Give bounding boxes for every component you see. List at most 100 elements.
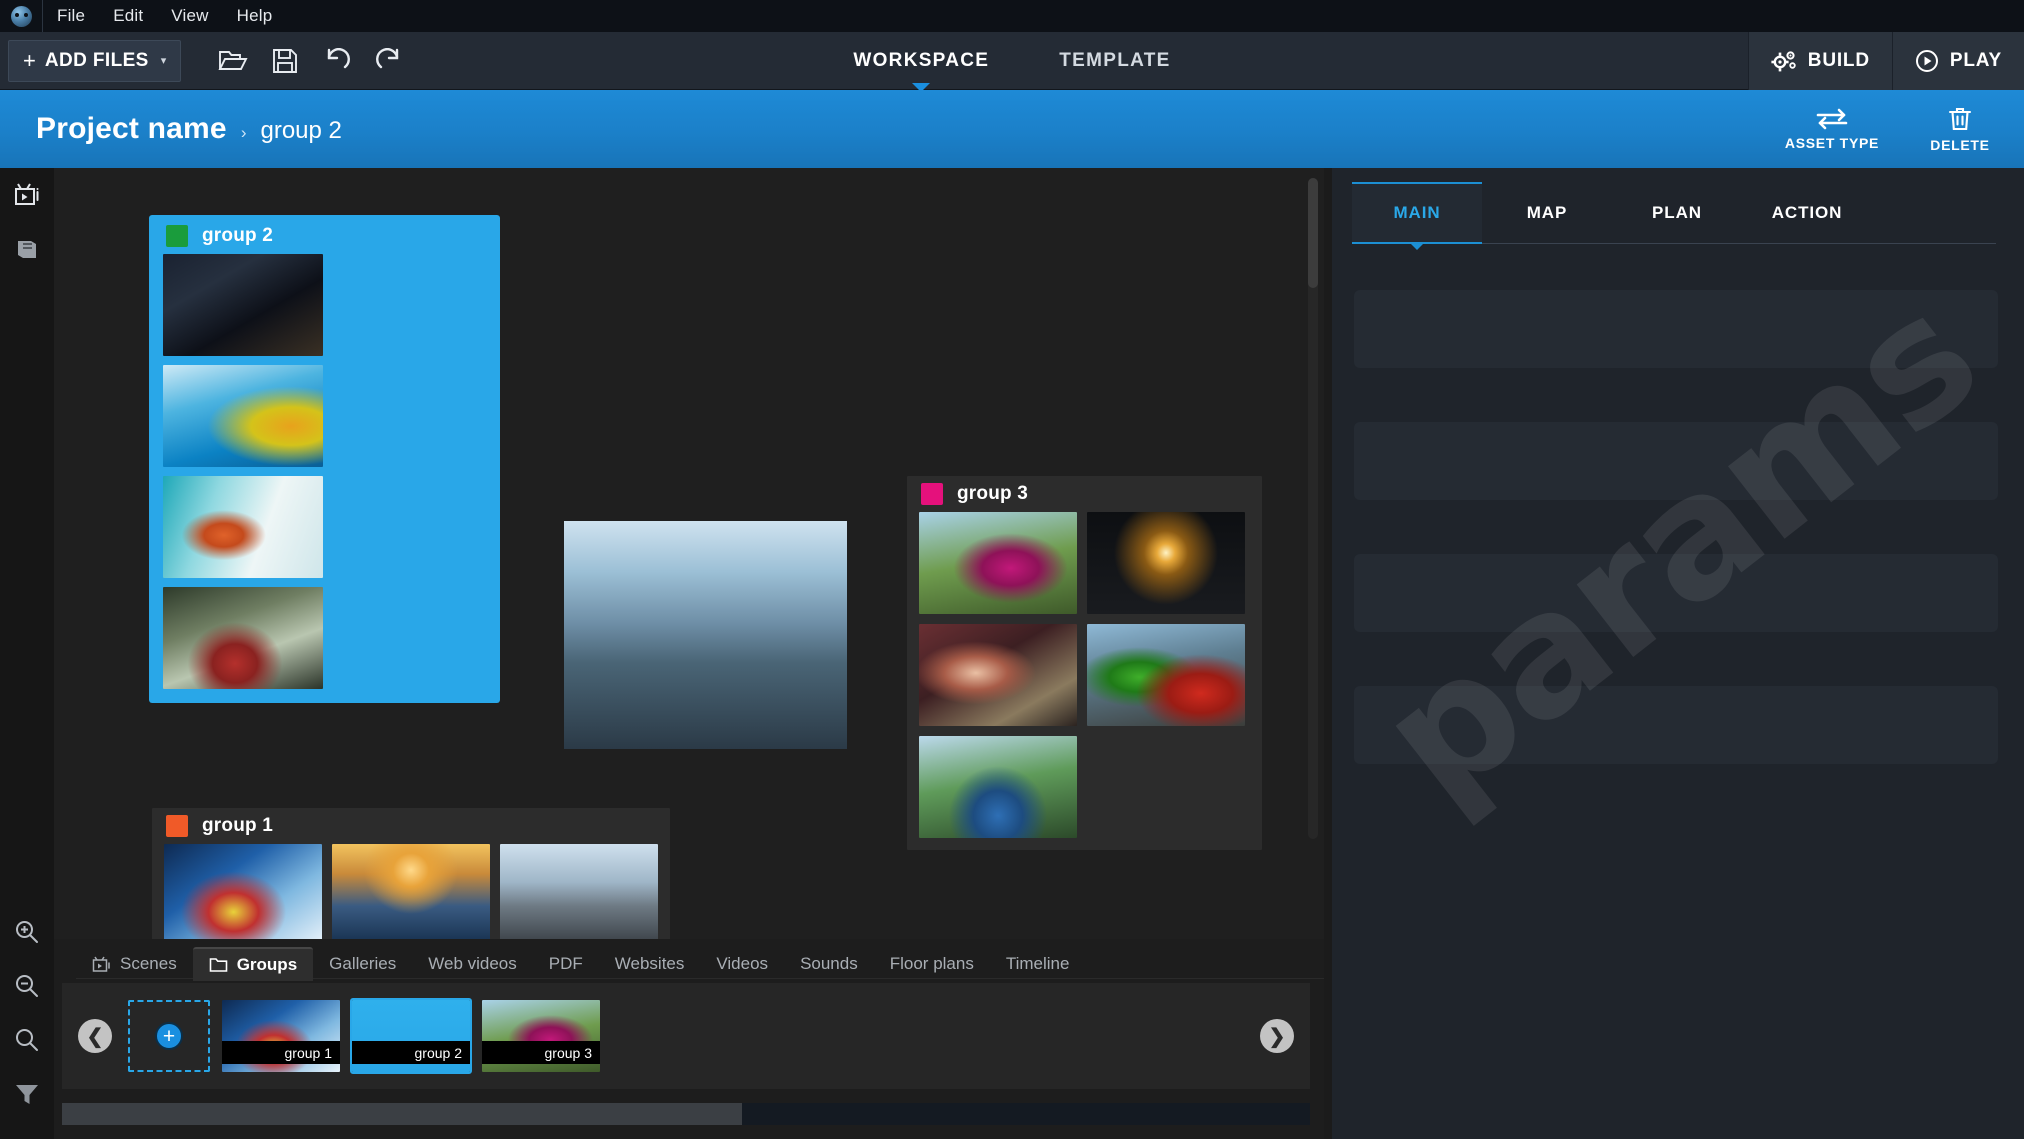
add-group-tile[interactable]: + <box>128 1000 210 1072</box>
group-title: group 3 <box>957 483 1029 504</box>
filmstrip-next-button[interactable]: ❯ <box>1260 1019 1294 1053</box>
parameter-row[interactable] <box>1354 422 1998 500</box>
filmstrip-scrollbar-track[interactable] <box>62 1103 1310 1125</box>
thumbnail-surfer-wave[interactable] <box>163 476 323 578</box>
delete-button[interactable]: DELETE <box>1896 90 2024 168</box>
thumbnail-bridge-arch[interactable] <box>163 254 323 356</box>
tab-sounds[interactable]: Sounds <box>784 947 874 981</box>
menu-item-help[interactable]: Help <box>223 0 287 32</box>
properties-panel: MAIN MAP PLAN ACTION params <box>1332 168 2024 1139</box>
swap-arrows-icon <box>1816 108 1848 129</box>
redo-button[interactable] <box>363 39 415 83</box>
breadcrumb-root[interactable]: Project name <box>36 112 227 146</box>
breadcrumb-actions: ASSET TYPE DELETE <box>1768 90 2024 168</box>
tab-websites[interactable]: Websites <box>599 947 701 981</box>
tab-template[interactable]: TEMPLATE <box>1055 44 1174 78</box>
filmstrip-caption: group 2 <box>352 1041 470 1064</box>
thumbnail-rollercoaster-riders[interactable] <box>164 844 322 944</box>
add-files-button[interactable]: + ADD FILES ▾ <box>8 39 182 82</box>
scenes-rail-button[interactable] <box>0 168 54 222</box>
save-button[interactable] <box>259 39 311 83</box>
zoom-reset-button[interactable] <box>0 1013 54 1067</box>
tab-scenes[interactable]: Scenes <box>76 947 193 981</box>
book-icon <box>18 241 36 258</box>
tab-videos[interactable]: Videos <box>700 947 784 981</box>
tab-workspace[interactable]: WORKSPACE <box>849 44 993 78</box>
menu-bar: File Edit View Help <box>0 0 2024 32</box>
group-thumbnail-grid <box>152 254 497 700</box>
thumbnail-canoe-forest[interactable] <box>163 587 323 689</box>
group-color-swatch <box>166 815 188 837</box>
bottom-panel: Scenes Groups Galleries Web videos PDF W… <box>54 939 1324 1139</box>
trash-icon <box>1948 107 1972 130</box>
open-folder-button[interactable] <box>207 39 259 83</box>
menu-item-edit[interactable]: Edit <box>99 0 157 32</box>
scene-icon <box>92 956 110 972</box>
main-toolbar: + ADD FILES ▾ WORKSPACE TEMPLATE BUILD P… <box>0 31 2024 90</box>
thumbnail-skydiver-sunset[interactable] <box>332 844 490 944</box>
parameter-placeholder-list <box>1354 290 1998 764</box>
standalone-photo-fjord-kayak[interactable] <box>564 521 847 749</box>
tab-timeline[interactable]: Timeline <box>990 947 1086 981</box>
thumbnail-skate-ramp-crowd[interactable] <box>500 844 658 944</box>
asset-type-label: ASSET TYPE <box>1784 134 1880 151</box>
filmstrip-scrollbar-thumb[interactable] <box>62 1103 742 1125</box>
app-logo[interactable] <box>0 0 42 32</box>
thumbnail-motorcycle-rider[interactable] <box>919 624 1077 726</box>
canvas-scrollbar-thumb[interactable] <box>1308 178 1318 288</box>
thumbnail-steel-wool-sparks[interactable] <box>1087 512 1245 614</box>
filmstrip-prev-button[interactable]: ❮ <box>78 1019 112 1053</box>
tab-floor-plans[interactable]: Floor plans <box>874 947 990 981</box>
tab-action[interactable]: ACTION <box>1742 182 1872 244</box>
group-title: group 2 <box>202 225 274 246</box>
menu-item-view[interactable]: View <box>157 0 222 32</box>
group-header: group 2 <box>152 218 497 254</box>
menu-item-file[interactable]: File <box>43 0 99 32</box>
undo-icon <box>328 47 351 68</box>
group-title: group 1 <box>202 815 274 836</box>
tab-map[interactable]: MAP <box>1482 182 1612 244</box>
zoom-out-icon <box>16 975 38 997</box>
thumbnail-green-sportscar[interactable] <box>1087 624 1245 726</box>
asset-type-button[interactable]: ASSET TYPE <box>1768 90 1896 168</box>
tab-pdf[interactable]: PDF <box>533 947 599 981</box>
zoom-in-button[interactable] <box>0 905 54 959</box>
breadcrumb-current[interactable]: group 2 <box>260 117 341 145</box>
group-color-swatch <box>166 225 188 247</box>
tab-web-videos[interactable]: Web videos <box>412 947 533 981</box>
library-rail-button[interactable] <box>0 222 54 276</box>
thumbnail-mountain-biker[interactable] <box>919 512 1077 614</box>
plus-icon: + <box>23 47 36 73</box>
parameter-row[interactable] <box>1354 554 1998 632</box>
play-button[interactable]: PLAY <box>1891 31 2024 90</box>
properties-tabs: MAIN MAP PLAN ACTION <box>1352 181 1996 244</box>
parameter-row[interactable] <box>1354 290 1998 368</box>
group-panel-group-3[interactable]: group 3 <box>907 476 1262 850</box>
zoom-out-button[interactable] <box>0 959 54 1013</box>
play-label: PLAY <box>1949 49 2002 71</box>
parameter-row[interactable] <box>1354 686 1998 764</box>
group-thumbnail-grid <box>907 512 1262 850</box>
asset-type-tabs: Scenes Groups Galleries Web videos PDF W… <box>76 939 1324 981</box>
tab-main[interactable]: MAIN <box>1352 181 1482 244</box>
undo-button[interactable] <box>311 39 363 83</box>
thumbnail-hiker-camera[interactable] <box>919 736 1077 838</box>
filmstrip-caption: group 1 <box>222 1041 340 1064</box>
filter-icon <box>16 1085 38 1104</box>
build-button[interactable]: BUILD <box>1747 31 1892 90</box>
open-folder-icon <box>218 50 248 70</box>
thumbnail-underwater-diver[interactable] <box>163 365 323 467</box>
tab-groups[interactable]: Groups <box>192 947 314 981</box>
zoom-in-icon <box>16 921 38 943</box>
app-logo-icon <box>10 5 32 27</box>
filmstrip-tile-group-2[interactable]: group 2 <box>350 998 472 1074</box>
plus-icon: + <box>155 1022 183 1050</box>
filmstrip-tile-group-3[interactable]: group 3 <box>482 1000 600 1072</box>
group-panel-group-2[interactable]: group 2 <box>152 218 497 700</box>
tab-plan[interactable]: PLAN <box>1612 182 1742 244</box>
breadcrumb-bar: Project name › group 2 ASSET TYPE DELETE <box>0 90 2024 168</box>
filmstrip-tile-group-1[interactable]: group 1 <box>222 1000 340 1072</box>
chevron-down-icon: ▾ <box>160 55 167 67</box>
tab-galleries[interactable]: Galleries <box>313 947 412 981</box>
filter-button[interactable] <box>0 1067 54 1121</box>
